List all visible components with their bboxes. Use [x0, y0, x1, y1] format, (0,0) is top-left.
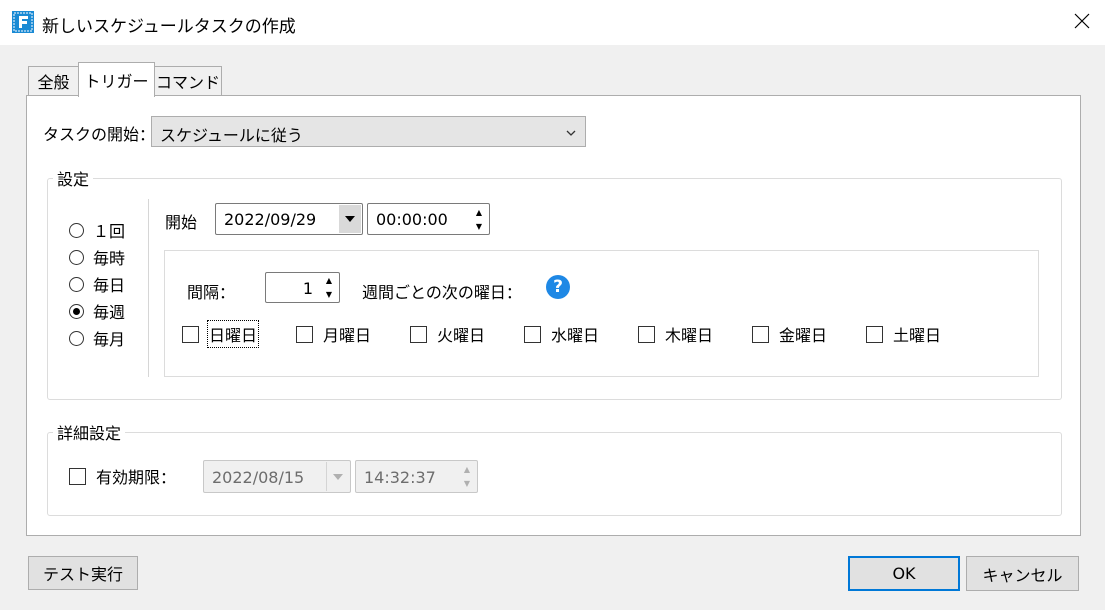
radio-label: 毎時	[93, 249, 126, 268]
date-dropdown-button[interactable]	[339, 205, 361, 233]
checkbox-label: 日曜日	[206, 320, 260, 348]
tab-general[interactable]: 全般	[28, 66, 79, 95]
checkbox-thursday[interactable]: 木曜日	[638, 322, 713, 346]
expiry-time-spinner[interactable]: 14:32:37 ▲ ▼	[355, 460, 478, 493]
app-logo-icon	[12, 11, 34, 33]
checkbox-label: 金曜日	[779, 326, 828, 345]
settings-group-title: 設定	[53, 166, 94, 190]
checkbox-label: 土曜日	[893, 326, 942, 345]
weekday-label: 週間ごとの次の曜日：	[362, 283, 522, 302]
task-start-label: タスクの開始：	[43, 125, 156, 144]
radio-circle[interactable]	[69, 330, 84, 346]
checkbox-monday[interactable]: 月曜日	[296, 322, 371, 346]
expiry-label: 有効期限：	[96, 468, 177, 487]
checkbox-sunday[interactable]: 日曜日	[182, 320, 260, 348]
radio-circle[interactable]	[69, 249, 84, 265]
checkbox-box[interactable]	[410, 325, 427, 343]
checkbox-box[interactable]	[638, 325, 655, 343]
radio-monthly[interactable]: 毎月	[69, 328, 126, 349]
radio-once[interactable]: １回	[69, 220, 126, 241]
checkbox-box[interactable]	[524, 325, 541, 343]
tab-command[interactable]: コマンド	[154, 66, 222, 95]
checkbox-box[interactable]	[866, 325, 883, 343]
checkbox-label: 木曜日	[665, 326, 714, 345]
expiry-date-picker[interactable]: 2022/08/15	[203, 460, 351, 493]
checkbox-box[interactable]	[752, 325, 769, 343]
expiry-time-value: 14:32:37	[364, 468, 436, 487]
radio-label: 毎週	[93, 303, 126, 322]
checkbox-friday[interactable]: 金曜日	[752, 322, 827, 346]
radio-selected-dot	[73, 307, 80, 315]
ok-button[interactable]: OK	[848, 556, 960, 591]
expiry-date-value: 2022/08/15	[212, 468, 305, 487]
window-title: 新しいスケジュールタスクの作成	[42, 17, 296, 37]
spin-down-icon[interactable]: ▼	[458, 477, 476, 492]
start-time-value: 00:00:00	[376, 210, 448, 229]
spin-down-icon[interactable]: ▼	[320, 288, 338, 302]
radio-daily[interactable]: 毎日	[69, 274, 126, 295]
start-time-spinner[interactable]: 00:00:00 ▲ ▼	[367, 203, 490, 235]
test-run-button[interactable]: テスト実行	[28, 556, 138, 590]
checkbox-saturday[interactable]: 土曜日	[866, 322, 941, 346]
start-date-value: 2022/09/29	[224, 210, 317, 229]
checkbox-wednesday[interactable]: 水曜日	[524, 322, 599, 346]
radio-label: １回	[93, 222, 126, 241]
interval-spin-buttons[interactable]: ▲ ▼	[320, 274, 338, 301]
expiry-spin-buttons[interactable]: ▲ ▼	[458, 462, 476, 491]
interval-label: 間隔：	[187, 283, 236, 302]
start-time-label: 開始	[165, 213, 198, 232]
radio-label: 毎月	[93, 330, 126, 349]
checkbox-tuesday[interactable]: 火曜日	[410, 322, 485, 346]
close-button[interactable]	[1059, 0, 1105, 45]
date-dropdown-button[interactable]	[326, 462, 349, 491]
radio-weekly[interactable]: 毎週	[69, 301, 126, 322]
task-start-select[interactable]: スケジュールに従う	[151, 116, 586, 147]
title-bar: 新しいスケジュールタスクの作成	[0, 0, 1105, 45]
checkbox-label: 火曜日	[437, 326, 486, 345]
radio-circle[interactable]	[69, 303, 84, 319]
dropdown-arrow-icon	[333, 473, 343, 480]
interval-spinner[interactable]: 1 ▲ ▼	[265, 272, 340, 303]
cancel-button[interactable]: キャンセル	[966, 556, 1079, 591]
advanced-settings-group	[47, 432, 1062, 516]
advanced-settings-title: 詳細設定	[53, 420, 126, 444]
checkbox-label: 月曜日	[323, 326, 372, 345]
checkbox-box[interactable]	[296, 325, 313, 343]
frequency-radio-group: １回 毎時 毎日 毎週 毎月	[69, 220, 126, 349]
spin-up-icon[interactable]: ▲	[320, 274, 338, 288]
task-start-value: スケジュールに従う	[160, 126, 303, 145]
start-date-picker[interactable]: 2022/09/29	[215, 203, 363, 235]
dropdown-arrow-icon	[345, 216, 355, 222]
spin-down-icon[interactable]: ▼	[470, 219, 488, 233]
checkbox-box[interactable]	[69, 467, 86, 485]
tab-trigger[interactable]: トリガー	[78, 62, 155, 97]
spin-up-icon[interactable]: ▲	[458, 462, 476, 477]
checkbox-expiry[interactable]: 有効期限：	[69, 464, 176, 488]
weekly-settings-box	[164, 250, 1039, 377]
separator	[148, 199, 149, 377]
radio-circle[interactable]	[69, 276, 84, 292]
spin-up-icon[interactable]: ▲	[470, 205, 488, 219]
trigger-tab-panel: タスクの開始： スケジュールに従う 設定 １回 毎時 毎日 毎週 毎月 開始 2…	[26, 95, 1081, 536]
checkbox-label: 水曜日	[551, 326, 600, 345]
time-spin-buttons[interactable]: ▲ ▼	[470, 205, 488, 233]
radio-circle[interactable]	[69, 222, 84, 238]
close-icon	[1074, 13, 1090, 33]
help-icon[interactable]: ?	[546, 275, 570, 299]
radio-label: 毎日	[93, 276, 126, 295]
interval-value: 1	[302, 279, 313, 298]
radio-hourly[interactable]: 毎時	[69, 247, 126, 268]
checkbox-box[interactable]	[182, 325, 199, 343]
chevron-down-icon	[565, 124, 577, 143]
